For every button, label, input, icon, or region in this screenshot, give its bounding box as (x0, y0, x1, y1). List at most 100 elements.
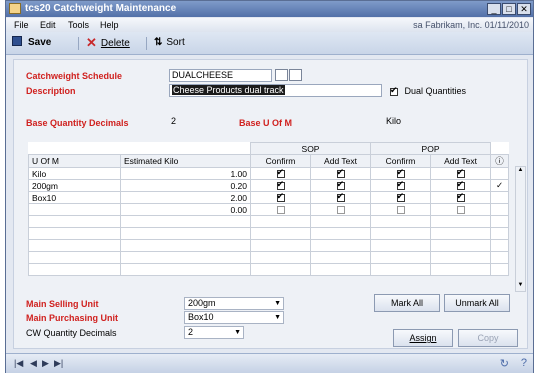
refresh-icon[interactable]: ↻ (500, 357, 509, 370)
estimated-kilo-cell[interactable]: 2.00 (120, 191, 251, 204)
minimize-button[interactable]: _ (487, 3, 501, 15)
catchweight-schedule-label: Catchweight Schedule (26, 71, 123, 81)
uom-cell[interactable]: 200gm (28, 179, 121, 192)
menu-edit[interactable]: Edit (40, 20, 56, 30)
pop-confirm-checkbox[interactable] (396, 169, 405, 179)
sop-confirm-checkbox[interactable] (276, 181, 285, 191)
last-record-icon[interactable]: ▶| (54, 358, 63, 369)
status-bar: |◀ ◀ ▶ ▶| ↻ ? (6, 353, 533, 373)
scroll-down-icon[interactable]: ▼ (516, 282, 525, 291)
sop-add-text-checkbox[interactable] (336, 169, 345, 179)
help-icon[interactable]: ? (521, 357, 527, 369)
app-icon (9, 3, 21, 14)
table-row[interactable]: 200gm 0.20 ✓ (28, 179, 510, 192)
main-purchasing-unit-dropdown[interactable]: Box10 ▼ (184, 311, 284, 324)
main-selling-unit-dropdown[interactable]: 200gm ▼ (184, 297, 284, 310)
col-sop-add-text: Add Text (309, 154, 372, 168)
previous-record-icon[interactable]: ◀ (30, 358, 37, 369)
delete-label: Delete (100, 38, 130, 49)
base-quantity-decimals-value: 2 (171, 116, 177, 126)
pop-add-text-checkbox[interactable] (456, 169, 465, 179)
table-row[interactable]: Kilo 1.00 (28, 167, 510, 180)
col-estimated-kilo: Estimated Kilo (120, 154, 251, 168)
table-row-empty[interactable] (28, 239, 510, 252)
new-note-icon[interactable] (289, 69, 302, 81)
table-row-empty[interactable] (28, 251, 510, 264)
table-row-empty[interactable] (28, 263, 510, 276)
first-record-icon[interactable]: |◀ (14, 358, 23, 369)
sop-confirm-checkbox[interactable] (276, 169, 285, 179)
pop-add-text-checkbox[interactable] (456, 181, 465, 191)
row-mark-cell (490, 191, 510, 204)
description-label: Description (26, 86, 76, 96)
chevron-down-icon: ▼ (234, 329, 241, 336)
estimated-kilo-cell[interactable]: 1.00 (120, 167, 251, 180)
grid-scrollbar[interactable]: ▲ ▼ (515, 166, 526, 292)
chevron-down-icon: ▼ (274, 300, 281, 307)
mark-all-button[interactable]: Mark All (374, 294, 440, 312)
grid-group-spacer (121, 143, 251, 155)
cw-quantity-decimals-value: 2 (188, 327, 194, 337)
uom-cell[interactable]: Kilo (28, 167, 121, 180)
scroll-up-icon[interactable]: ▲ (516, 167, 525, 176)
unmark-all-button[interactable]: Unmark All (444, 294, 510, 312)
sop-add-text-checkbox[interactable] (336, 193, 345, 203)
pop-add-text-checkbox[interactable] (456, 193, 465, 203)
pop-add-text-checkbox[interactable] (456, 206, 465, 215)
estimated-kilo-cell[interactable]: 0.00 (120, 203, 251, 216)
col-sop-confirm: Confirm (250, 154, 311, 168)
uom-cell[interactable] (28, 203, 121, 216)
sort-button[interactable]: ⇅ Sort (154, 36, 185, 50)
col-pop-confirm: Confirm (370, 154, 432, 168)
toolbar-separator (146, 37, 147, 50)
chevron-down-icon: ▼ (274, 314, 281, 321)
menu-bar: File Edit Tools Help sa Fabrikam, Inc. 0… (6, 18, 533, 32)
base-uom-value: Kilo (386, 116, 402, 126)
main-purchasing-unit-value: Box10 (188, 312, 214, 322)
base-quantity-decimals-label: Base Quantity Decimals (26, 118, 129, 128)
toolbar-separator (78, 37, 79, 50)
estimated-kilo-cell[interactable]: 0.20 (120, 179, 251, 192)
save-label: Save (28, 37, 52, 48)
save-button[interactable]: Save (12, 36, 51, 50)
pop-confirm-checkbox[interactable] (396, 181, 405, 191)
table-row-empty[interactable] (28, 227, 510, 240)
cw-quantity-decimals-dropdown[interactable]: 2 ▼ (184, 326, 244, 339)
dual-quantities-label: Dual Quantities (404, 86, 467, 96)
close-button[interactable]: ✕ (517, 3, 531, 15)
description-value: Cheese Products dual track (172, 85, 285, 95)
main-selling-unit-label: Main Selling Unit (26, 299, 99, 309)
uom-cell[interactable]: Box10 (28, 191, 121, 204)
main-purchasing-unit-label: Main Purchasing Unit (26, 313, 119, 323)
row-mark-cell (490, 203, 510, 216)
table-row[interactable]: 0.00 (28, 203, 510, 216)
assign-label: Assign (409, 333, 437, 343)
assign-button[interactable]: Assign (393, 329, 453, 347)
sop-confirm-checkbox[interactable] (276, 206, 285, 215)
uom-grid: SOP POP U Of M Estimated Kilo Confirm Ad… (28, 142, 510, 292)
next-record-icon[interactable]: ▶ (42, 358, 49, 369)
info-icon[interactable]: ⓘ (490, 154, 510, 168)
copy-button[interactable]: Copy (458, 329, 518, 347)
sop-confirm-checkbox[interactable] (276, 193, 285, 203)
sop-add-text-checkbox[interactable] (336, 206, 345, 215)
table-row-empty[interactable] (28, 215, 510, 228)
menu-tools[interactable]: Tools (68, 20, 89, 30)
sop-add-text-checkbox[interactable] (336, 181, 345, 191)
pop-confirm-checkbox[interactable] (396, 206, 405, 215)
table-row[interactable]: Box10 2.00 (28, 191, 510, 204)
save-icon (12, 36, 22, 46)
catchweight-schedule-field[interactable]: DUALCHEESE (169, 69, 272, 82)
pop-confirm-checkbox[interactable] (396, 193, 405, 203)
maximize-button[interactable]: □ (502, 3, 516, 15)
dual-quantities-checkbox[interactable]: Dual Quantities (390, 85, 467, 96)
delete-button[interactable]: ✕ Delete (86, 36, 130, 50)
description-field[interactable]: Cheese Products dual track (169, 84, 382, 97)
menu-file[interactable]: File (14, 20, 29, 30)
menu-help[interactable]: Help (100, 20, 119, 30)
row-mark-cell: ✓ (490, 179, 510, 192)
lookup-icon[interactable] (275, 69, 288, 81)
grid-group-spacer (29, 143, 121, 155)
title-bar: tcs20 Catchweight Maintenance _ □ ✕ (6, 1, 533, 17)
cw-quantity-decimals-label: CW Quantity Decimals (26, 328, 117, 338)
